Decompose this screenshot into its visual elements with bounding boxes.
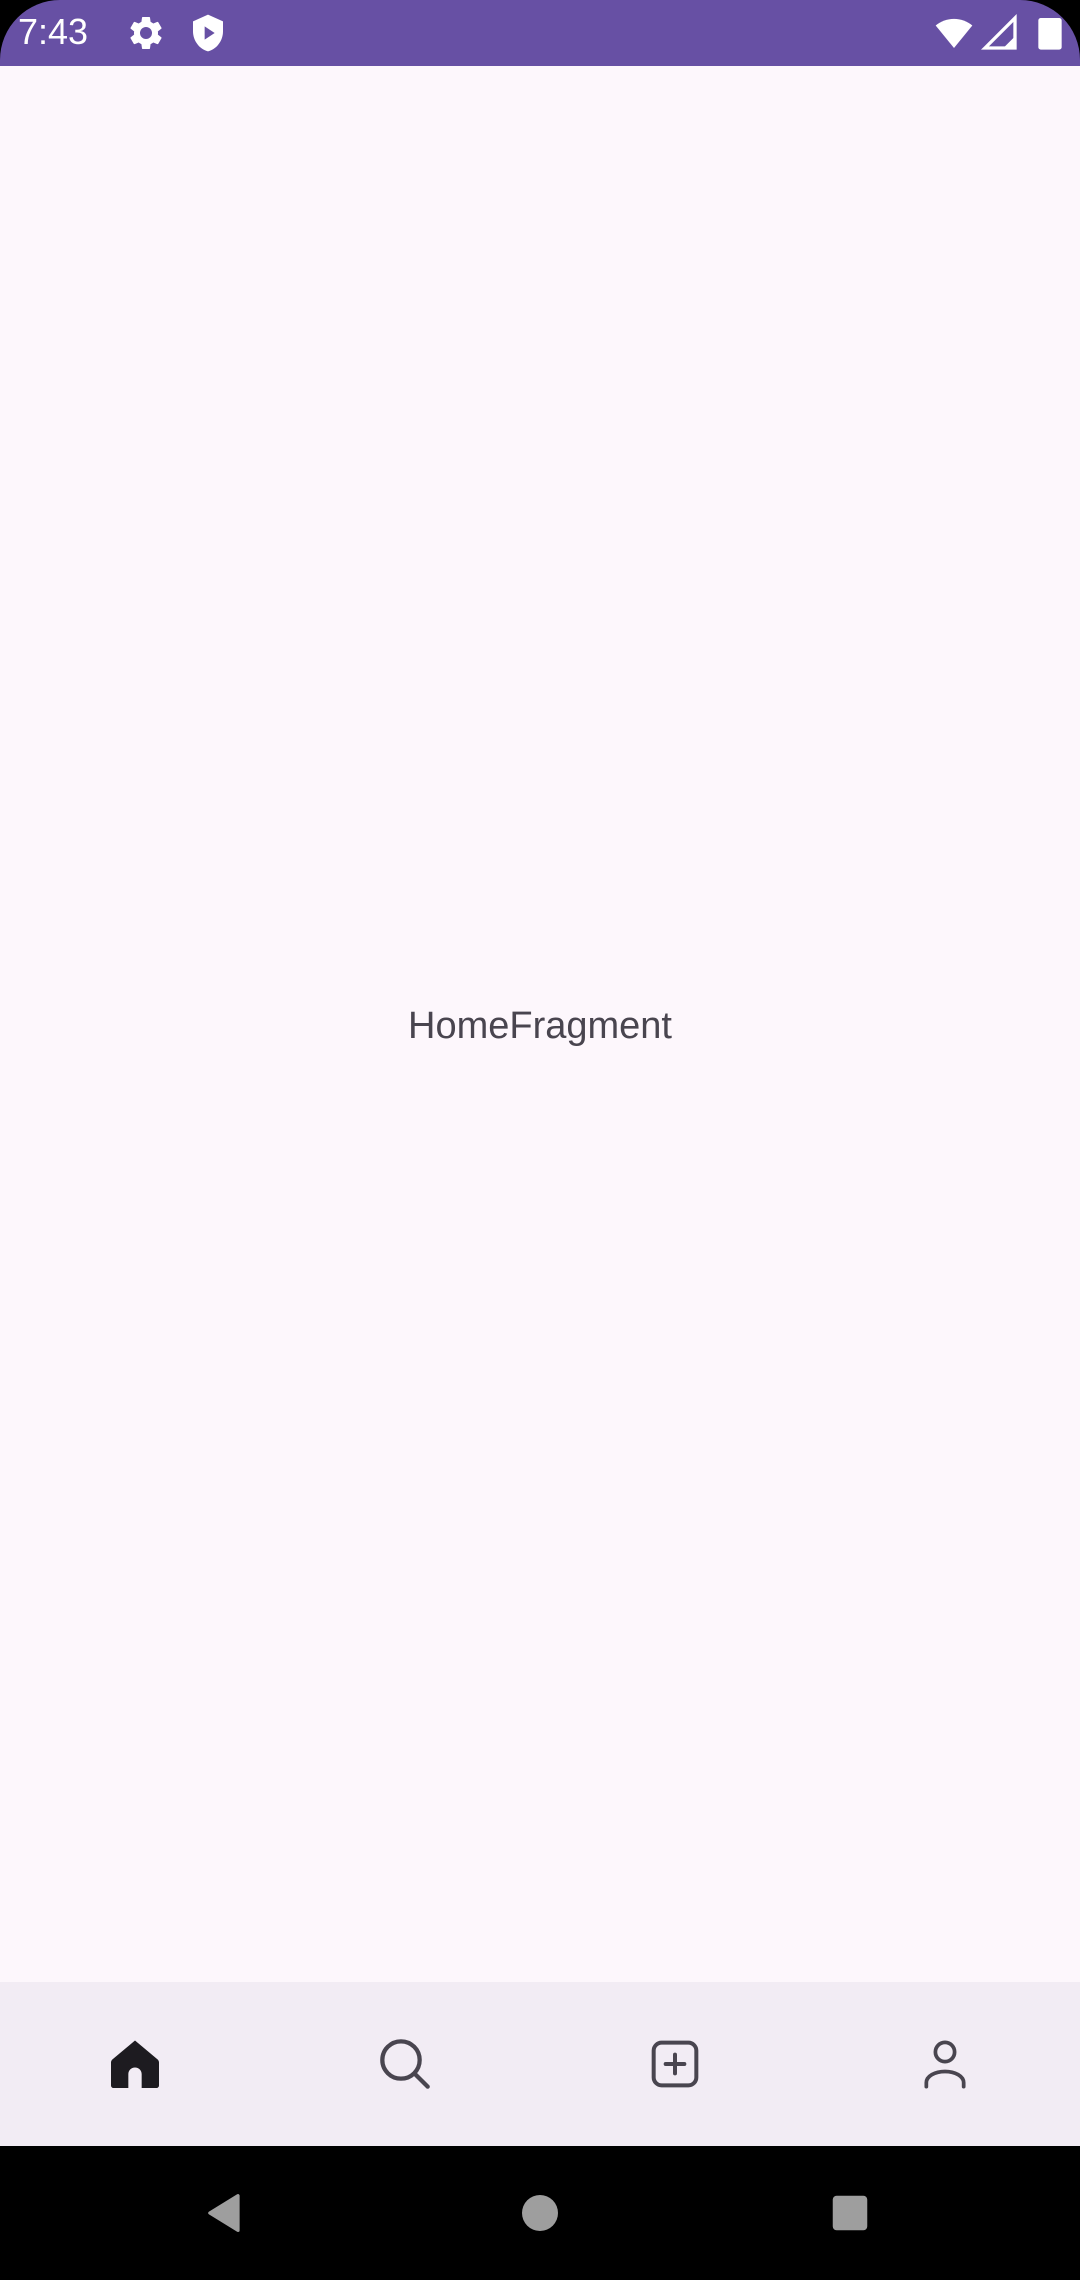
- nav-item-add[interactable]: [540, 1982, 810, 2146]
- settings-gear-icon: [126, 13, 166, 53]
- system-recents-button[interactable]: [770, 2146, 930, 2280]
- search-icon: [380, 2039, 430, 2089]
- system-navigation-bar: [0, 2146, 1080, 2280]
- status-time: 7:43: [18, 11, 89, 52]
- home-fragment-container: HomeFragment: [0, 66, 1080, 1982]
- wifi-icon: [934, 13, 974, 53]
- nav-item-home[interactable]: [0, 1982, 270, 2146]
- home-icon: [111, 2040, 159, 2088]
- back-icon: [208, 2194, 240, 2232]
- battery-icon: [1030, 13, 1070, 53]
- recents-square-icon: [832, 2195, 868, 2231]
- cell-signal-icon: [980, 13, 1020, 53]
- add-box-icon: [651, 2040, 699, 2088]
- home-circle-icon: [522, 2195, 558, 2231]
- system-back-button[interactable]: [145, 2146, 305, 2280]
- phone-screen: 7:43 HomeFragment: [0, 0, 1080, 2280]
- nav-item-search[interactable]: [270, 1982, 540, 2146]
- shield-play-icon: [188, 13, 228, 53]
- bottom-navigation-bar: [0, 1982, 1080, 2146]
- fragment-title: HomeFragment: [408, 1005, 672, 1047]
- nav-item-profile[interactable]: [810, 1982, 1080, 2146]
- status-bar: 7:43: [0, 0, 1080, 66]
- person-icon: [924, 2040, 966, 2089]
- system-home-button[interactable]: [460, 2146, 620, 2280]
